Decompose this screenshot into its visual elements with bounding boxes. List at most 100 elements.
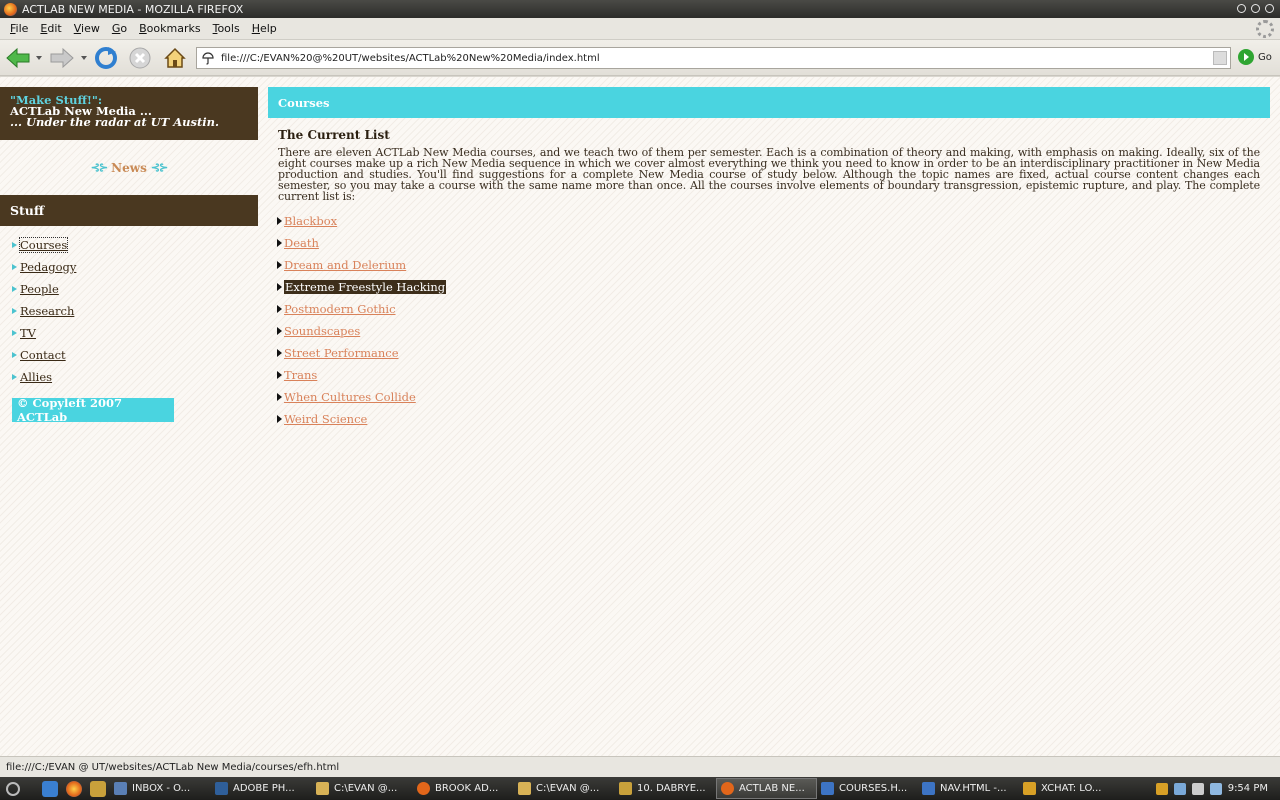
course-link-death[interactable]: Death: [284, 236, 319, 250]
tray-monitor-icon[interactable]: [1209, 782, 1222, 795]
minimize-button[interactable]: [1237, 4, 1246, 13]
forward-dropdown-icon[interactable]: [81, 56, 87, 60]
nav-link-tv[interactable]: TV: [20, 326, 36, 340]
course-link-blackbox[interactable]: Blackbox: [284, 214, 337, 228]
course-item[interactable]: Dream and Delerium: [277, 254, 1260, 276]
taskbar-item-courses-html[interactable]: COURSES.H...: [817, 778, 918, 799]
nav-item-allies[interactable]: Allies: [12, 366, 258, 388]
bullet-arrow-icon: [277, 283, 282, 291]
home-button[interactable]: [161, 45, 189, 71]
reload-button[interactable]: [92, 45, 120, 71]
quicklaunch-winamp-icon[interactable]: [90, 780, 106, 797]
close-button[interactable]: [1265, 4, 1274, 13]
maximize-button[interactable]: [1251, 4, 1260, 13]
nav-link-allies[interactable]: Allies: [20, 370, 52, 384]
course-link-soundscapes[interactable]: Soundscapes: [284, 324, 360, 338]
course-link-when-cultures-collide[interactable]: When Cultures Collide: [284, 390, 416, 404]
tray-xchat-icon[interactable]: [1155, 782, 1168, 795]
clock: 9:54 PM: [1227, 783, 1268, 794]
bullet-arrow-icon: [277, 349, 282, 357]
nav-link-courses[interactable]: Courses: [18, 237, 69, 253]
menu-file[interactable]: File: [4, 22, 34, 35]
reload-icon: [95, 47, 117, 69]
taskbar-item-folder[interactable]: C:\EVAN @...: [312, 778, 413, 799]
forward-button[interactable]: [48, 45, 76, 71]
menu-tools[interactable]: Tools: [207, 22, 246, 35]
go-button[interactable]: Go: [1238, 49, 1272, 65]
bullet-arrow-icon: [12, 308, 17, 314]
taskbar-item-photoshop[interactable]: ADOBE PH...: [211, 778, 312, 799]
taskbar-item-inbox[interactable]: INBOX - O...: [110, 778, 211, 799]
back-button[interactable]: [4, 45, 32, 71]
course-item[interactable]: Death: [277, 232, 1260, 254]
course-item[interactable]: Weird Science: [277, 408, 1260, 430]
bullet-arrow-icon: [277, 217, 282, 225]
page-icon: [202, 52, 214, 65]
course-link-weird-science[interactable]: Weird Science: [284, 412, 367, 426]
address-url: file:///C:/EVAN%20@%20UT/websites/ACTLab…: [221, 52, 600, 64]
menu-edit[interactable]: Edit: [34, 22, 67, 35]
bullet-arrow-icon: [12, 330, 17, 336]
tray-network-icon[interactable]: [1173, 782, 1186, 795]
taskbar-item-folder-2[interactable]: C:\EVAN @...: [514, 778, 615, 799]
xchat-icon: [1023, 782, 1036, 795]
course-link-dream-and-delerium[interactable]: Dream and Delerium: [284, 258, 406, 272]
course-link-postmodern-gothic[interactable]: Postmodern Gothic: [284, 302, 396, 316]
menu-bookmarks[interactable]: Bookmarks: [133, 22, 206, 35]
taskbar-item-brook[interactable]: BROOK AD...: [413, 778, 514, 799]
nav-item-pedagogy[interactable]: Pedagogy: [12, 256, 258, 278]
document-icon: [922, 782, 935, 795]
course-link-street-performance[interactable]: Street Performance: [284, 346, 399, 360]
nav-link-pedagogy[interactable]: Pedagogy: [20, 260, 76, 274]
taskbar-item-actlab[interactable]: ACTLAB NE...: [716, 778, 817, 799]
quicklaunch-firefox-icon[interactable]: [66, 780, 82, 797]
taskbar-item-nav-html[interactable]: NAV.HTML -...: [918, 778, 1019, 799]
bullet-arrow-icon: [277, 415, 282, 423]
stop-button[interactable]: [127, 45, 153, 71]
task-label: ACTLAB NE...: [739, 783, 805, 794]
music-icon: [619, 782, 632, 795]
nav-item-courses[interactable]: Courses: [12, 234, 258, 256]
course-item[interactable]: When Cultures Collide: [277, 386, 1260, 408]
menu-help[interactable]: Help: [246, 22, 283, 35]
bullet-arrow-icon: [277, 239, 282, 247]
taskbar-item-music[interactable]: 10. DABRYE...: [615, 778, 716, 799]
back-dropdown-icon[interactable]: [36, 56, 42, 60]
quicklaunch-ie-icon[interactable]: [42, 780, 58, 797]
menu-go[interactable]: Go: [106, 22, 133, 35]
window-controls: [1237, 4, 1274, 13]
course-item[interactable]: Blackbox: [277, 210, 1260, 232]
course-item[interactable]: Postmodern Gothic: [277, 298, 1260, 320]
taskbar-item-xchat[interactable]: XCHAT: LO...: [1019, 778, 1120, 799]
document-icon: [821, 782, 834, 795]
news-link[interactable]: ⊰⊱ News ⊰⊱: [0, 140, 258, 195]
task-label: C:\EVAN @...: [536, 783, 600, 794]
nav-link-contact[interactable]: Contact: [20, 348, 66, 362]
tray-volume-icon[interactable]: [1191, 782, 1204, 795]
navigation-toolbar: file:///C:/EVAN%20@%20UT/websites/ACTLab…: [0, 40, 1280, 76]
nav-item-contact[interactable]: Contact: [12, 344, 258, 366]
address-dropdown-icon[interactable]: [1213, 51, 1227, 65]
menu-bar: File Edit View Go Bookmarks Tools Help: [0, 18, 1280, 40]
nav-link-research[interactable]: Research: [20, 304, 74, 318]
home-icon: [164, 47, 186, 68]
task-label: BROOK AD...: [435, 783, 499, 794]
course-item-hovered[interactable]: Extreme Freestyle Hacking: [277, 276, 1260, 298]
course-item[interactable]: Street Performance: [277, 342, 1260, 364]
start-icon[interactable]: [6, 781, 20, 796]
section-heading: The Current List: [278, 128, 390, 142]
bullet-arrow-icon: [277, 327, 282, 335]
menu-view[interactable]: View: [68, 22, 106, 35]
nav-item-people[interactable]: People: [12, 278, 258, 300]
nav-item-tv[interactable]: TV: [12, 322, 258, 344]
course-item[interactable]: Soundscapes: [277, 320, 1260, 342]
course-link-trans[interactable]: Trans: [284, 368, 317, 382]
course-link-extreme-freestyle-hacking[interactable]: Extreme Freestyle Hacking: [284, 280, 447, 294]
address-bar[interactable]: file:///C:/EVAN%20@%20UT/websites/ACTLab…: [196, 47, 1231, 69]
main-body: The Current List There are eleven ACTLab…: [268, 118, 1270, 430]
nav-link-people[interactable]: People: [20, 282, 59, 296]
nav-item-research[interactable]: Research: [12, 300, 258, 322]
course-item[interactable]: Trans: [277, 364, 1260, 386]
copyleft-badge: © Copyleft 2007 ACTLab: [12, 396, 174, 424]
ornament-left-icon: ⊰⊱: [90, 161, 108, 174]
